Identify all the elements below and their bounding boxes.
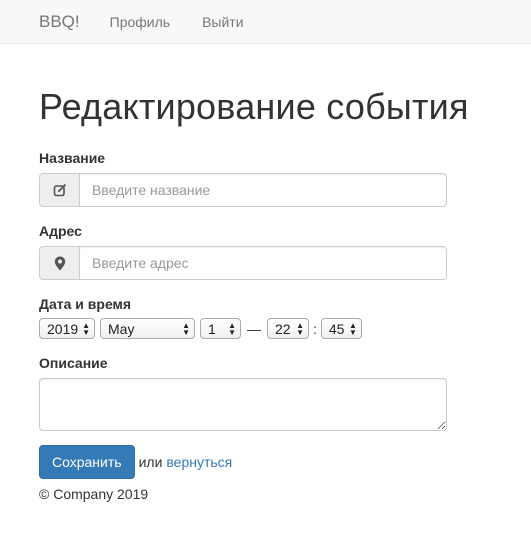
nav-link-logout[interactable]: Выйти <box>202 14 243 30</box>
address-input-group <box>39 246 447 280</box>
select-arrows-icon: ▲ ▼ <box>82 320 91 337</box>
main-container: Редактирование события Название Адрес Да… <box>0 86 531 502</box>
time-colon: : <box>313 320 317 337</box>
name-label: Название <box>39 150 106 166</box>
month-select[interactable]: May ▲ ▼ <box>100 318 195 339</box>
minute-select[interactable]: 45 ▲ ▼ <box>320 318 362 339</box>
datetime-row: 2019 ▲ ▼ May ▲ ▼ 1 ▲ ▼ — 22 ▲ ▼ : 45 ▲ ▼ <box>39 318 531 339</box>
select-arrows-icon: ▲ ▼ <box>296 320 304 337</box>
day-select[interactable]: 1 ▲ ▼ <box>200 318 241 339</box>
hour-select[interactable]: 22 ▲ ▼ <box>267 318 309 339</box>
month-value: May <box>108 320 135 337</box>
name-input-group <box>39 173 447 207</box>
name-input[interactable] <box>79 173 447 207</box>
or-text: или <box>138 454 163 470</box>
minute-value: 45 <box>328 320 345 337</box>
navbar: BBQ! Профиль Выйти <box>0 0 531 44</box>
form-actions: Сохранить или вернуться <box>39 445 531 479</box>
day-value: 1 <box>208 320 216 337</box>
brand-link[interactable]: BBQ! <box>39 12 80 32</box>
date-time-separator: — <box>247 320 261 337</box>
nav-link-profile[interactable]: Профиль <box>110 14 170 30</box>
description-label: Описание <box>39 355 108 371</box>
year-value: 2019 <box>47 320 79 337</box>
page-title: Редактирование события <box>39 86 469 127</box>
select-arrows-icon: ▲ ▼ <box>228 320 236 337</box>
select-arrows-icon: ▲ ▼ <box>182 320 190 337</box>
select-arrows-icon: ▲ ▼ <box>348 320 357 337</box>
address-input[interactable] <box>79 246 447 280</box>
description-textarea[interactable] <box>39 378 447 431</box>
hour-value: 22 <box>275 320 291 337</box>
save-button[interactable]: Сохранить <box>39 445 135 479</box>
datetime-label: Дата и время <box>39 296 132 312</box>
address-label: Адрес <box>39 223 82 239</box>
back-link[interactable]: вернуться <box>166 454 232 470</box>
edit-icon <box>39 173 79 207</box>
footer-copyright: © Company 2019 <box>39 486 149 502</box>
year-select[interactable]: 2019 ▲ ▼ <box>39 318 95 339</box>
map-marker-icon <box>39 246 79 280</box>
